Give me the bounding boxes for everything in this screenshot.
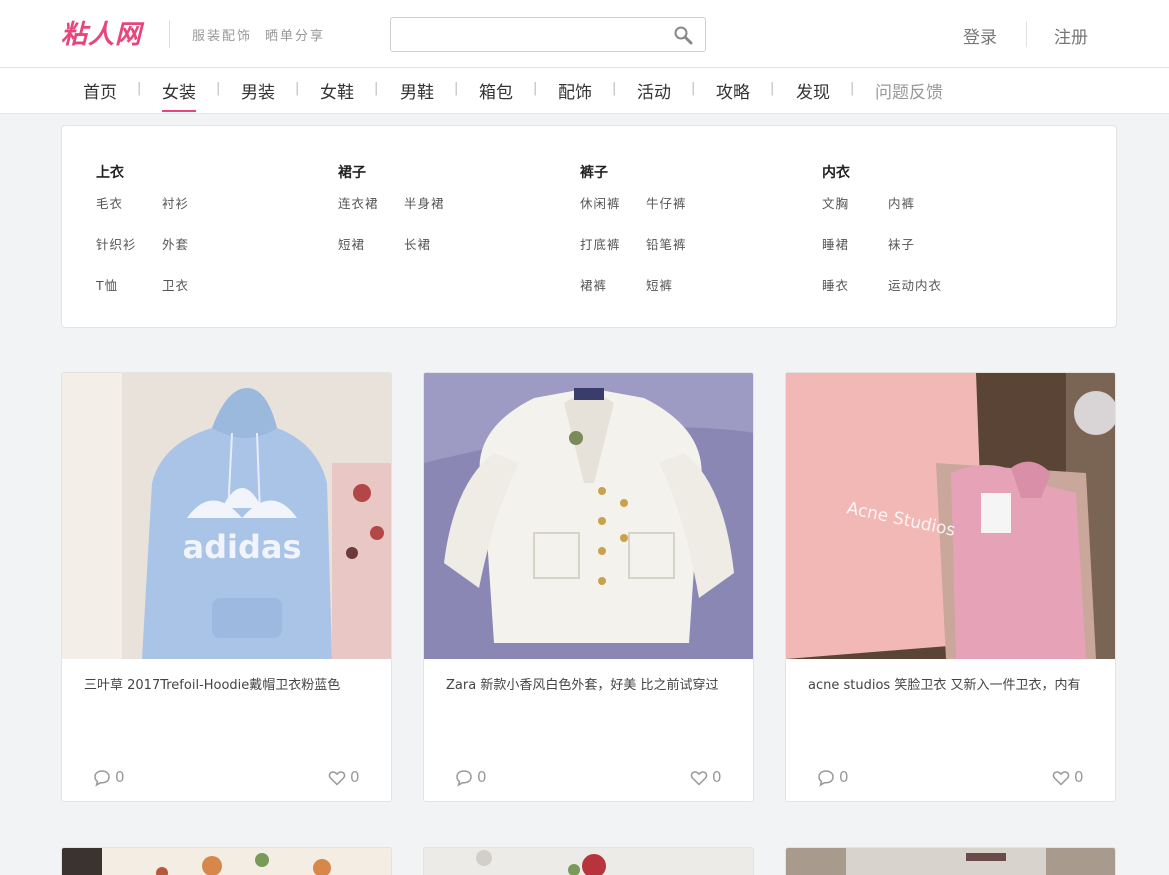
- category-link[interactable]: 文胸: [822, 193, 849, 212]
- nav-separator: |: [691, 81, 696, 96]
- search-input[interactable]: [397, 22, 667, 47]
- register-link[interactable]: 注册: [1054, 23, 1088, 48]
- tagline-share: 晒单分享: [265, 29, 326, 44]
- nav-discover[interactable]: 发现: [796, 78, 830, 112]
- category-link[interactable]: 休闲裤: [580, 193, 621, 212]
- card-title[interactable]: 三叶草 2017Trefoil-Hoodie戴帽卫衣粉蓝色: [84, 674, 374, 693]
- product-card-partial[interactable]: [785, 847, 1116, 875]
- like-count: 0: [712, 768, 722, 786]
- product-image[interactable]: [424, 848, 754, 875]
- category-link[interactable]: 衬衫: [162, 193, 189, 212]
- product-card[interactable]: adidas 三叶草 2017Trefoil-Hoodie戴帽卫衣粉蓝色 0 0: [61, 372, 392, 802]
- comment-icon[interactable]: [93, 769, 111, 787]
- category-link[interactable]: 铅笔裤: [646, 234, 687, 253]
- category-link[interactable]: 卫衣: [162, 275, 189, 294]
- category-link[interactable]: 毛衣: [96, 193, 123, 212]
- category-heading-tops[interactable]: 上衣: [96, 162, 124, 182]
- category-link[interactable]: 运动内衣: [888, 275, 942, 294]
- category-heading-underwear[interactable]: 内衣: [822, 162, 850, 182]
- top-header: 粘人网 服装配饰 晒单分享 登录 注册: [0, 0, 1169, 68]
- product-image[interactable]: adidas: [62, 373, 392, 659]
- image-print-text: adidas: [182, 528, 301, 566]
- like-count: 0: [1074, 768, 1084, 786]
- category-link[interactable]: 睡裙: [822, 234, 849, 253]
- main-nav: 首页 | 女装 | 男装 | 女鞋 | 男鞋 | 箱包 | 配饰 | 活动 | …: [0, 68, 1169, 114]
- nav-guides[interactable]: 攻略: [716, 78, 750, 112]
- nav-men[interactable]: 男装: [241, 78, 275, 112]
- card-title[interactable]: acne studios 笑脸卫衣 又新入一件卫衣，内有: [808, 674, 1098, 693]
- comment-count: 0: [115, 768, 125, 786]
- product-card[interactable]: Acne Studios acne studios 笑脸卫衣 又新入一件卫衣，内…: [785, 372, 1116, 802]
- nav-separator: |: [374, 81, 379, 96]
- nav-separator: |: [850, 81, 855, 96]
- nav-separator: |: [216, 81, 221, 96]
- card-title[interactable]: Zara 新款小香风白色外套，好美 比之前试穿过: [446, 674, 736, 693]
- product-card-partial[interactable]: [61, 847, 392, 875]
- category-link[interactable]: 睡衣: [822, 275, 849, 294]
- category-link[interactable]: 短裤: [646, 275, 673, 294]
- category-panel: 上衣 毛衣 衬衫 针织衫 外套 T恤 卫衣 裙子 连衣裙 半身裙 短裙 长裙 裤…: [61, 125, 1117, 328]
- comment-icon[interactable]: [455, 769, 473, 787]
- tagline-fashion: 服装配饰: [192, 29, 253, 44]
- nav-separator: |: [454, 81, 459, 96]
- product-image[interactable]: Acne Studios: [786, 373, 1116, 659]
- category-link[interactable]: 长裙: [404, 234, 431, 253]
- comment-count: 0: [839, 768, 849, 786]
- nav-separator: |: [137, 81, 142, 96]
- product-image[interactable]: [62, 848, 392, 875]
- category-link[interactable]: 短裙: [338, 234, 365, 253]
- product-card[interactable]: Zara 新款小香风白色外套，好美 比之前试穿过 0 0: [423, 372, 754, 802]
- category-link[interactable]: 半身裙: [404, 193, 445, 212]
- nav-women-shoes[interactable]: 女鞋: [320, 78, 354, 112]
- nav-separator: |: [295, 81, 300, 96]
- nav-separator: |: [770, 81, 775, 96]
- like-count: 0: [350, 768, 360, 786]
- comment-count: 0: [477, 768, 487, 786]
- nav-men-shoes[interactable]: 男鞋: [400, 78, 434, 112]
- category-link[interactable]: 裙裤: [580, 275, 607, 294]
- category-link[interactable]: 袜子: [888, 234, 915, 253]
- nav-women[interactable]: 女装: [162, 78, 196, 112]
- category-link[interactable]: T恤: [96, 275, 118, 294]
- login-link[interactable]: 登录: [963, 23, 997, 48]
- category-link[interactable]: 外套: [162, 234, 189, 253]
- category-link[interactable]: 打底裤: [580, 234, 621, 253]
- category-link[interactable]: 内裤: [888, 193, 915, 212]
- nav-accessories[interactable]: 配饰: [558, 78, 592, 112]
- nav-separator: |: [612, 81, 617, 96]
- category-heading-pants[interactable]: 裤子: [580, 162, 608, 182]
- search-icon[interactable]: [672, 24, 694, 46]
- nav-home[interactable]: 首页: [83, 78, 117, 112]
- logo-divider: [169, 20, 170, 48]
- category-link[interactable]: 针织衫: [96, 234, 137, 253]
- category-heading-skirts[interactable]: 裙子: [338, 162, 366, 182]
- category-link[interactable]: 牛仔裤: [646, 193, 687, 212]
- site-logo[interactable]: 粘人网: [61, 14, 142, 51]
- comment-icon[interactable]: [817, 769, 835, 787]
- product-image[interactable]: [786, 848, 1116, 875]
- nav-separator: |: [533, 81, 538, 96]
- search-box: [390, 17, 706, 52]
- category-link[interactable]: 连衣裙: [338, 193, 379, 212]
- product-card-partial[interactable]: [423, 847, 754, 875]
- nav-bags[interactable]: 箱包: [479, 78, 513, 112]
- heart-icon[interactable]: [1052, 769, 1070, 787]
- auth-divider: [1026, 21, 1027, 47]
- heart-icon[interactable]: [328, 769, 346, 787]
- product-image[interactable]: [424, 373, 754, 659]
- nav-feedback[interactable]: 问题反馈: [875, 78, 943, 112]
- nav-events[interactable]: 活动: [637, 78, 671, 112]
- heart-icon[interactable]: [690, 769, 708, 787]
